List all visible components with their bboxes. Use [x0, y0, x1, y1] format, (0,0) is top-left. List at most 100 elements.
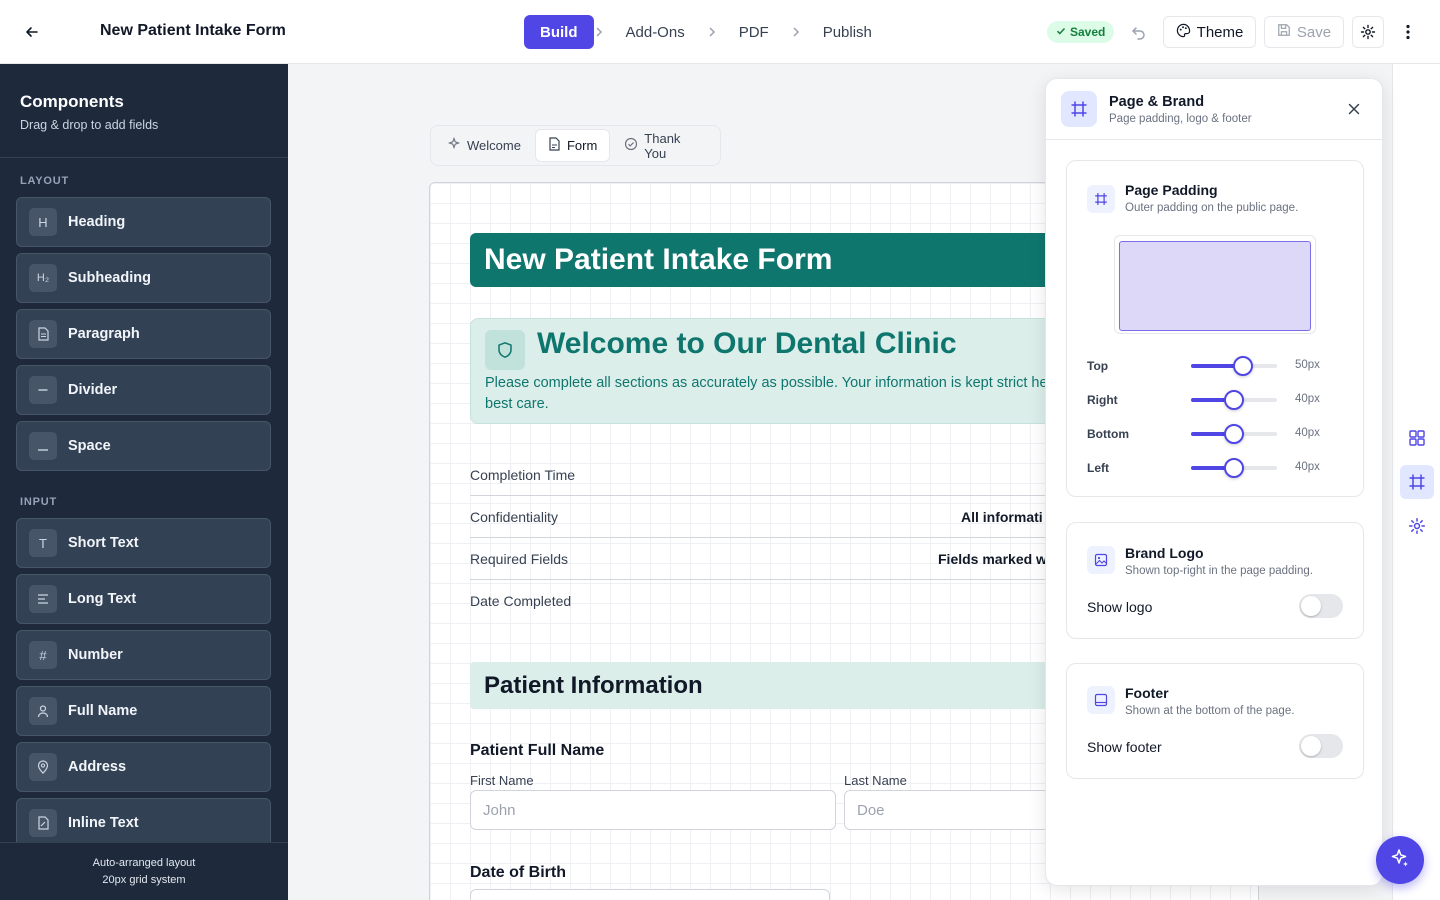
footer-card: Footer Shown at the bottom of the page. … [1066, 663, 1364, 779]
card-title: Brand Logo [1125, 545, 1204, 561]
padding-label: Right [1087, 393, 1118, 407]
component-label: Heading [68, 214, 126, 230]
info-value: All informati [961, 508, 1043, 525]
builder-steps: Build Add-Ons PDF Publish [524, 15, 894, 49]
page-brand-panel: Page & Brand Page padding, logo & footer… [1045, 78, 1383, 886]
step-pdf[interactable]: PDF [717, 15, 791, 49]
padding-preview-content [1119, 241, 1311, 331]
save-label: Save [1296, 23, 1332, 41]
card-subtitle: Shown top-right in the page padding. [1125, 565, 1313, 577]
component-label: Divider [68, 382, 118, 398]
number-icon: # [29, 641, 57, 669]
padding-label: Bottom [1087, 427, 1129, 441]
sparkle-icon [447, 136, 461, 154]
component-number[interactable]: # Number [16, 630, 271, 680]
info-label: Required Fields [470, 550, 569, 567]
show-footer-toggle[interactable] [1299, 734, 1343, 758]
tab-thank-you[interactable]: Thank You [612, 129, 716, 162]
form-title: New Patient Intake Form [100, 22, 286, 39]
padding-row-left: Left 40px [1087, 458, 1327, 478]
theme-button[interactable]: Theme [1163, 16, 1256, 48]
padding-value: 40px [1295, 461, 1320, 473]
chevron-right-icon [594, 27, 604, 37]
show-logo-toggle[interactable] [1299, 594, 1343, 618]
component-label: Subheading [68, 270, 151, 286]
top-bar: New Patient Intake Form Build Add-Ons PD… [0, 0, 1440, 64]
date-of-birth-input[interactable] [470, 889, 830, 900]
tab-form[interactable]: Form [534, 129, 611, 162]
save-button[interactable]: Save [1264, 16, 1344, 48]
component-label: Long Text [68, 591, 137, 607]
component-short-text[interactable]: T Short Text [16, 518, 271, 568]
tab-label: Welcome [467, 138, 521, 153]
sidebar-footer: Auto-arranged layout 20px grid system [0, 842, 288, 900]
step-build[interactable]: Build [524, 15, 594, 49]
person-icon [29, 697, 57, 725]
padding-slider[interactable] [1191, 458, 1277, 478]
component-label: Paragraph [68, 326, 140, 342]
component-subheading[interactable]: H₂ Subheading [16, 253, 271, 303]
slider-thumb[interactable] [1224, 390, 1244, 410]
padding-slider[interactable] [1191, 390, 1277, 410]
component-address[interactable]: Address [16, 742, 271, 792]
field-title-full-name: Patient Full Name [470, 742, 605, 759]
undo-icon[interactable] [1127, 20, 1151, 44]
info-label: Completion Time [470, 466, 576, 483]
component-space[interactable]: Space [16, 421, 271, 471]
back-arrow-icon[interactable] [18, 18, 46, 46]
panel-switcher [1392, 64, 1440, 900]
padding-slider[interactable] [1191, 424, 1277, 444]
divider-icon [29, 376, 57, 404]
show-logo-label: Show logo [1087, 599, 1153, 615]
short-text-icon: T [29, 529, 57, 557]
subheading-icon: H₂ [29, 264, 57, 292]
image-icon [1087, 546, 1115, 574]
sidebar-title: Components [20, 92, 124, 111]
padding-row-bottom: Bottom 40px [1087, 424, 1327, 444]
gear-icon[interactable] [1400, 509, 1434, 543]
more-vertical-icon[interactable] [1396, 18, 1420, 46]
padding-row-right: Right 40px [1087, 390, 1327, 410]
close-icon[interactable] [1343, 98, 1365, 120]
theme-label: Theme [1196, 23, 1244, 41]
slider-thumb[interactable] [1224, 458, 1244, 478]
component-long-text[interactable]: Long Text [16, 574, 271, 624]
slider-thumb[interactable] [1224, 424, 1244, 444]
saved-badge: Saved [1047, 21, 1115, 43]
padding-slider[interactable] [1191, 356, 1277, 376]
step-publish[interactable]: Publish [801, 15, 894, 49]
frame-icon[interactable] [1400, 465, 1434, 499]
component-label: Inline Text [68, 815, 139, 831]
section-label-layout: LAYOUT [20, 175, 70, 187]
page-padding-card: Page Padding Outer padding on the public… [1066, 160, 1364, 497]
tab-label: Form [566, 138, 598, 153]
padding-row-top: Top 50px [1087, 356, 1327, 376]
component-label: Short Text [68, 535, 139, 551]
tab-welcome[interactable]: Welcome [435, 129, 533, 162]
component-paragraph[interactable]: Paragraph [16, 309, 271, 359]
padding-label: Left [1087, 461, 1109, 475]
gear-icon[interactable] [1352, 16, 1384, 48]
show-footer-label: Show footer [1087, 739, 1162, 755]
frame-icon [1087, 185, 1115, 213]
component-label: Full Name [68, 703, 138, 719]
palette-icon [1176, 23, 1191, 42]
shield-icon [485, 330, 525, 370]
footer-layout-note: Auto-arranged layout [92, 857, 196, 869]
grid-icon[interactable] [1400, 421, 1434, 455]
frame-icon [1061, 91, 1097, 127]
footer-layout-icon [1087, 686, 1115, 714]
card-title: Footer [1125, 685, 1169, 701]
long-text-icon [29, 585, 57, 613]
ai-sparkle-button[interactable] [1376, 836, 1424, 884]
component-heading[interactable]: H Heading [16, 197, 271, 247]
component-divider[interactable]: Divider [16, 365, 271, 415]
component-inline-text[interactable]: Inline Text [16, 798, 271, 848]
first-name-input[interactable] [470, 790, 836, 830]
component-full-name[interactable]: Full Name [16, 686, 271, 736]
section-label-input: INPUT [20, 496, 57, 508]
slider-thumb[interactable] [1232, 356, 1253, 376]
step-add-ons[interactable]: Add-Ons [604, 15, 707, 49]
tab-label: Thank You [644, 130, 681, 161]
chevron-right-icon [707, 27, 717, 37]
